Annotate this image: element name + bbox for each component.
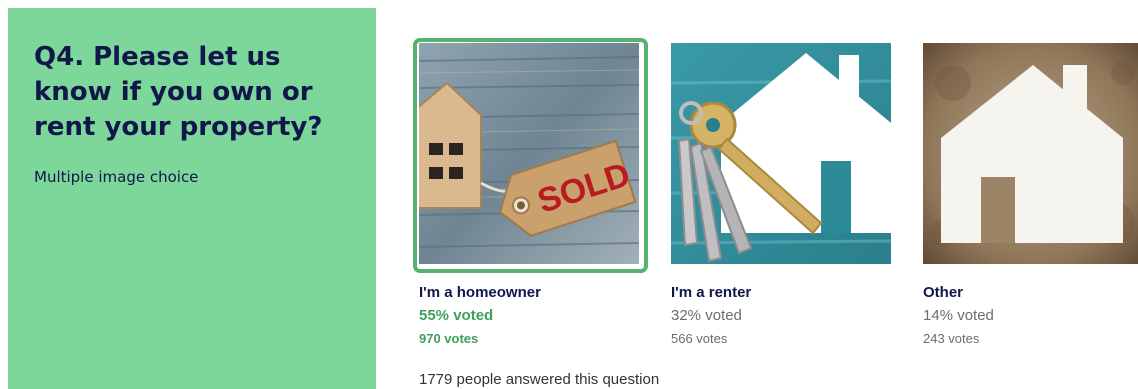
option-votes-other: 243 votes [923,331,980,346]
option-percent-homeowner: 55% voted [419,307,494,324]
option-label-renter: I'm a renter [671,284,752,301]
total-responses-text: 1779 people answered this question [419,371,660,388]
question-type-label: Multiple image choice [34,168,199,186]
option-image-other[interactable] [923,43,1138,264]
option-votes-renter: 566 votes [671,331,728,346]
paper-house-icon [923,43,1138,264]
house-keys-icon [671,43,891,264]
option-percent-renter: 32% voted [671,307,742,324]
option-votes-homeowner: 970 votes [419,331,479,346]
option-percent-other: 14% voted [923,307,994,324]
question-title: Q4. Please let us know if you own or ren… [34,42,323,142]
option-image-homeowner[interactable]: SOLD [419,43,639,264]
option-image-renter[interactable] [671,43,891,264]
option-label-other: Other [923,284,964,301]
house-sold-tag-icon: SOLD [419,43,639,264]
option-label-homeowner: I'm a homeowner [419,284,541,301]
